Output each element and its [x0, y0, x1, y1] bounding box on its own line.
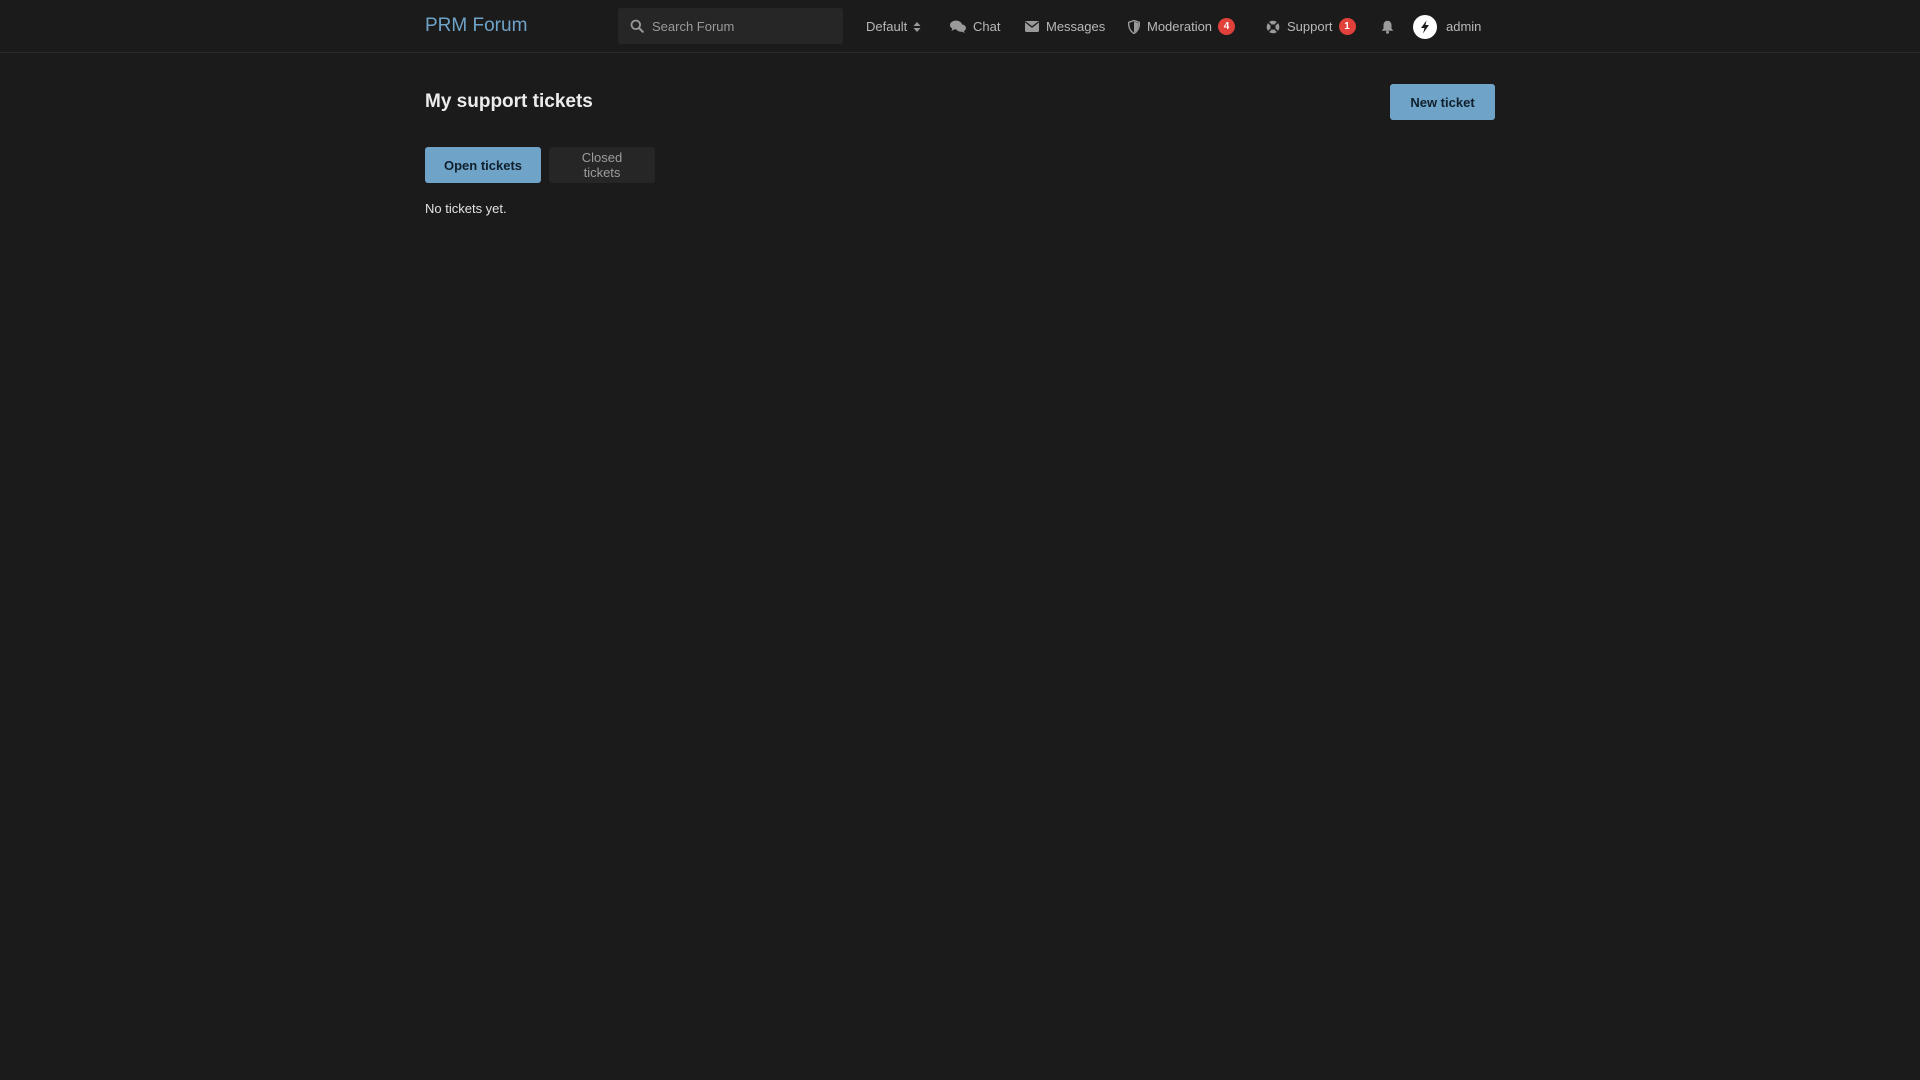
nav-chat[interactable]: Chat [950, 0, 1000, 53]
chat-bubbles-icon [950, 20, 966, 33]
search-icon [630, 19, 644, 33]
sort-caret-icon [913, 21, 921, 33]
nav-messages[interactable]: Messages [1025, 0, 1105, 53]
ticket-tabs: Open tickets Closed tickets [425, 147, 655, 183]
search-box[interactable] [618, 8, 843, 44]
notifications-button[interactable] [1381, 0, 1394, 53]
tab-open-tickets[interactable]: Open tickets [425, 147, 541, 183]
empty-state-message: No tickets yet. [425, 201, 507, 216]
nav-messages-label: Messages [1046, 18, 1106, 34]
support-count-badge: 1 [1338, 18, 1356, 35]
nav-moderation-label: Moderation [1147, 18, 1213, 34]
new-ticket-button[interactable]: New ticket [1390, 84, 1495, 120]
user-menu[interactable]: admin [1413, 0, 1481, 53]
nav-support-label: Support [1287, 18, 1333, 34]
nav-moderation[interactable]: Moderation 4 [1128, 0, 1236, 53]
search-input[interactable] [652, 18, 822, 34]
lifebuoy-icon [1266, 20, 1280, 34]
top-header: PRM Forum Default Chat [0, 0, 1920, 53]
bell-icon [1381, 20, 1394, 34]
brand-link[interactable]: PRM Forum [425, 14, 527, 38]
page-title: My support tickets [425, 91, 593, 112]
tab-closed-tickets[interactable]: Closed tickets [549, 147, 655, 183]
flarum-logo-icon [1421, 20, 1429, 33]
moderation-count-badge: 4 [1218, 18, 1236, 35]
nav-support[interactable]: Support 1 [1266, 0, 1356, 53]
shield-icon [1128, 19, 1140, 34]
theme-selector[interactable]: Default [866, 0, 921, 53]
nav-chat-label: Chat [973, 18, 1001, 34]
envelope-icon [1025, 21, 1039, 32]
user-menu-label: admin [1446, 18, 1482, 34]
theme-selector-label: Default [866, 18, 908, 34]
avatar [1413, 14, 1437, 39]
